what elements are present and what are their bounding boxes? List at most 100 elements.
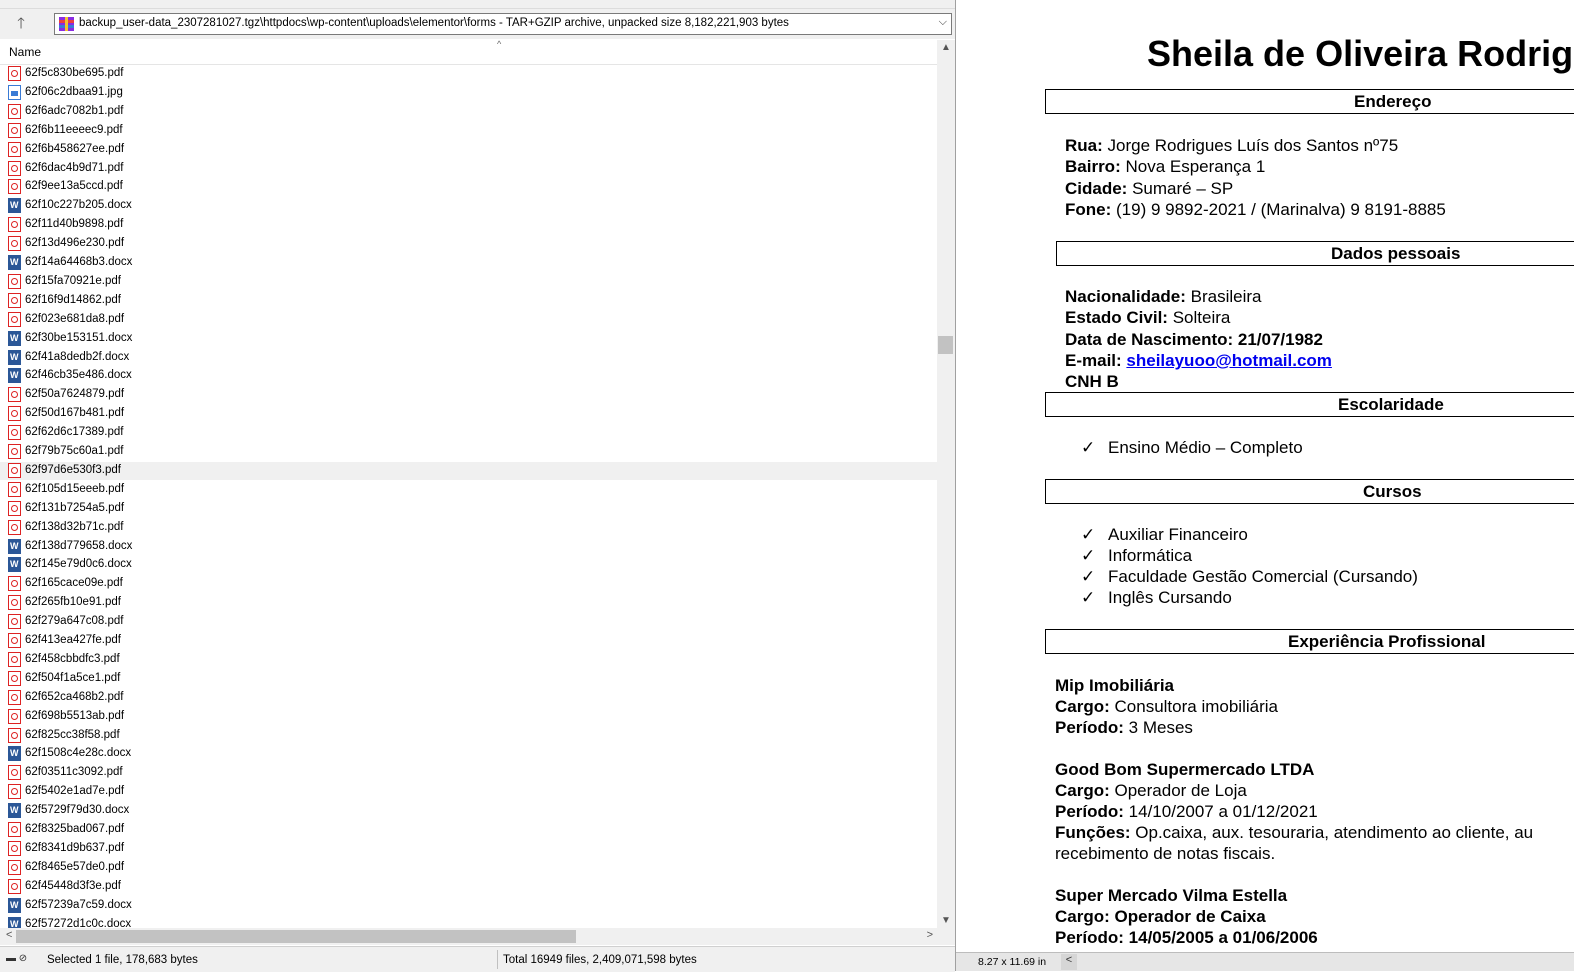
job1-company: Mip Imobiliária — [1055, 676, 1175, 695]
file-row[interactable]: 62f279a647c08.pdf — [0, 613, 937, 631]
file-row[interactable]: 62f6dac4b9d71.pdf — [0, 160, 937, 178]
chevron-down-icon[interactable]: ⌵ — [939, 16, 947, 29]
file-name: 62f62d6c17389.pdf — [25, 426, 124, 439]
file-row[interactable]: 62f79b75c60a1.pdf — [0, 443, 937, 461]
pdf-file-icon — [8, 217, 21, 233]
file-row[interactable]: 62f6b11eeeec9.pdf — [0, 122, 937, 140]
pdf-file-icon — [8, 765, 21, 781]
file-name: 62f652ca468b2.pdf — [25, 690, 124, 703]
pdf-file-icon — [8, 236, 21, 252]
horizontal-scrollbar[interactable]: < > — [0, 928, 937, 945]
scroll-left-icon[interactable]: < — [6, 929, 12, 941]
pdf-file-icon — [8, 273, 21, 289]
file-name: 62f6adc7082b1.pdf — [25, 104, 124, 117]
file-row[interactable]: 62f8325bad067.pdf — [0, 821, 937, 839]
file-row[interactable]: 62f698b5513ab.pdf — [0, 708, 937, 726]
file-row[interactable]: 62f5402e1ad7e.pdf — [0, 783, 937, 801]
file-name: 62f698b5513ab.pdf — [25, 709, 125, 722]
job2-periodo: Período: 14/10/2007 a 01/12/2021 — [1055, 802, 1318, 821]
file-name: 62f825cc38f58.pdf — [25, 728, 120, 741]
file-name: 62f46cb35e486.docx — [25, 369, 132, 382]
file-row[interactable]: 62f131b7254a5.pdf — [0, 500, 937, 518]
file-row[interactable]: 62f413ea427fe.pdf — [0, 632, 937, 650]
word-file-icon — [8, 538, 21, 554]
file-row[interactable]: 62f504f1a5ce1.pdf — [0, 670, 937, 688]
file-name: 62f105d15eeeb.pdf — [25, 482, 125, 495]
file-row[interactable]: 62f03511c3092.pdf — [0, 764, 937, 782]
pdf-file-icon — [8, 878, 21, 894]
job1-periodo: Período: 3 Meses — [1055, 718, 1193, 737]
file-row[interactable]: 62f1508c4e28c.docx — [0, 745, 937, 763]
status-bar: ▬ ⊘ Selected 1 file, 178,683 bytes Total… — [0, 946, 955, 972]
checkmark-icon: ✓ — [1081, 588, 1096, 607]
file-row[interactable]: 62f165cace09e.pdf — [0, 575, 937, 593]
horizontal-scroll-thumb[interactable] — [16, 930, 576, 943]
file-row[interactable]: 62f41a8dedb2f.docx — [0, 349, 937, 367]
path-field[interactable]: backup_user-data_2307281027.tgz\httpdocs… — [54, 13, 952, 35]
file-row[interactable]: 62f145e79d0c6.docx — [0, 556, 937, 574]
word-file-icon — [8, 198, 21, 214]
document-page: Sheila de Oliveira Rodrig Endereço Rua: … — [956, 0, 1574, 952]
file-row[interactable]: 62f30be153151.docx — [0, 330, 937, 348]
scroll-left-icon[interactable]: < — [1061, 954, 1077, 970]
file-row[interactable]: 62f825cc38f58.pdf — [0, 727, 937, 745]
checkmark-icon: ✓ — [1081, 546, 1096, 565]
pdf-file-icon — [8, 462, 21, 478]
word-file-icon — [8, 557, 21, 573]
file-name: 62f6b11eeeec9.pdf — [25, 123, 123, 136]
scroll-down-icon[interactable]: ▼ — [941, 915, 951, 926]
file-row[interactable]: 62f97d6e530f3.pdf — [0, 461, 937, 480]
file-row[interactable]: 62f10c227b205.docx — [0, 197, 937, 215]
file-row[interactable]: 62f138d32b71c.pdf — [0, 519, 937, 537]
file-row[interactable]: 62f138d779658.docx — [0, 538, 937, 556]
file-row[interactable]: 62f13d496e230.pdf — [0, 235, 937, 253]
email-line: E-mail: sheilayuoo@hotmail.com — [1065, 351, 1332, 370]
file-row[interactable]: 62f023e681da8.pdf — [0, 311, 937, 329]
file-row[interactable]: 62f5729f79d30.docx — [0, 802, 937, 820]
curso-item: Auxiliar Financeiro — [1108, 525, 1248, 544]
file-name: 62f1508c4e28c.docx — [25, 747, 132, 760]
column-header-name[interactable]: Name ^ — [0, 39, 937, 65]
file-row[interactable]: 62f46cb35e486.docx — [0, 367, 937, 385]
file-row[interactable]: 62f9ee13a5ccd.pdf — [0, 178, 937, 196]
file-name: 62f5c830be695.pdf — [25, 67, 124, 79]
archive-manager-panel: 🡑 backup_user-data_2307281027.tgz\httpdo… — [0, 0, 956, 972]
file-row[interactable]: 62f458cbbdfc3.pdf — [0, 651, 937, 669]
file-row[interactable]: 62f6b458627ee.pdf — [0, 141, 937, 159]
file-row[interactable]: 62f265fb10e91.pdf — [0, 594, 937, 612]
file-row[interactable]: 62f15fa70921e.pdf — [0, 273, 937, 291]
file-name: 62f97d6e530f3.pdf — [25, 463, 121, 476]
file-row[interactable]: 62f57239a7c59.docx — [0, 897, 937, 915]
vertical-scroll-thumb[interactable] — [938, 336, 953, 354]
up-folder-button[interactable]: 🡑 — [8, 13, 34, 35]
file-row[interactable]: 62f652ca468b2.pdf — [0, 689, 937, 707]
file-row[interactable]: 62f5c830be695.pdf — [0, 65, 937, 83]
file-row[interactable]: 62f105d15eeeb.pdf — [0, 481, 937, 499]
file-row[interactable]: 62f50d167b481.pdf — [0, 405, 937, 423]
vertical-scrollbar[interactable]: ▲ ▼ — [937, 40, 955, 928]
file-row[interactable]: 62f16f9d14862.pdf — [0, 292, 937, 310]
file-row[interactable]: 62f11d40b9898.pdf — [0, 216, 937, 234]
scroll-right-icon[interactable]: > — [927, 929, 933, 941]
file-name: 62f50a7624879.pdf — [25, 388, 125, 401]
pdf-file-icon — [8, 311, 21, 327]
file-row[interactable]: 62f57272d1c0c.docx — [0, 916, 937, 928]
file-row[interactable]: 62f45448d3f3e.pdf — [0, 878, 937, 896]
column-name-label: Name — [9, 45, 42, 59]
file-row[interactable]: 62f62d6c17389.pdf — [0, 424, 937, 442]
email-link[interactable]: sheilayuoo@hotmail.com — [1126, 351, 1332, 370]
file-row[interactable]: 62f50a7624879.pdf — [0, 386, 937, 404]
file-name: 62f11d40b9898.pdf — [25, 218, 124, 231]
file-row[interactable]: 62f8341d9b637.pdf — [0, 840, 937, 858]
pdf-file-icon — [8, 727, 21, 743]
pdf-file-icon — [8, 103, 21, 119]
archive-icon — [59, 17, 74, 31]
document-viewer: Sheila de Oliveira Rodrig Endereço Rua: … — [956, 0, 1574, 971]
file-row[interactable]: 62f06c2dbaa91.jpg — [0, 84, 937, 102]
file-row[interactable]: 62f14a64468b3.docx — [0, 254, 937, 272]
file-row[interactable]: 62f6adc7082b1.pdf — [0, 103, 937, 121]
scroll-up-icon[interactable]: ▲ — [941, 42, 951, 53]
file-row[interactable]: 62f8465e57de0.pdf — [0, 859, 937, 877]
file-name: 62f15fa70921e.pdf — [25, 274, 121, 287]
file-name: 62f50d167b481.pdf — [25, 407, 125, 420]
